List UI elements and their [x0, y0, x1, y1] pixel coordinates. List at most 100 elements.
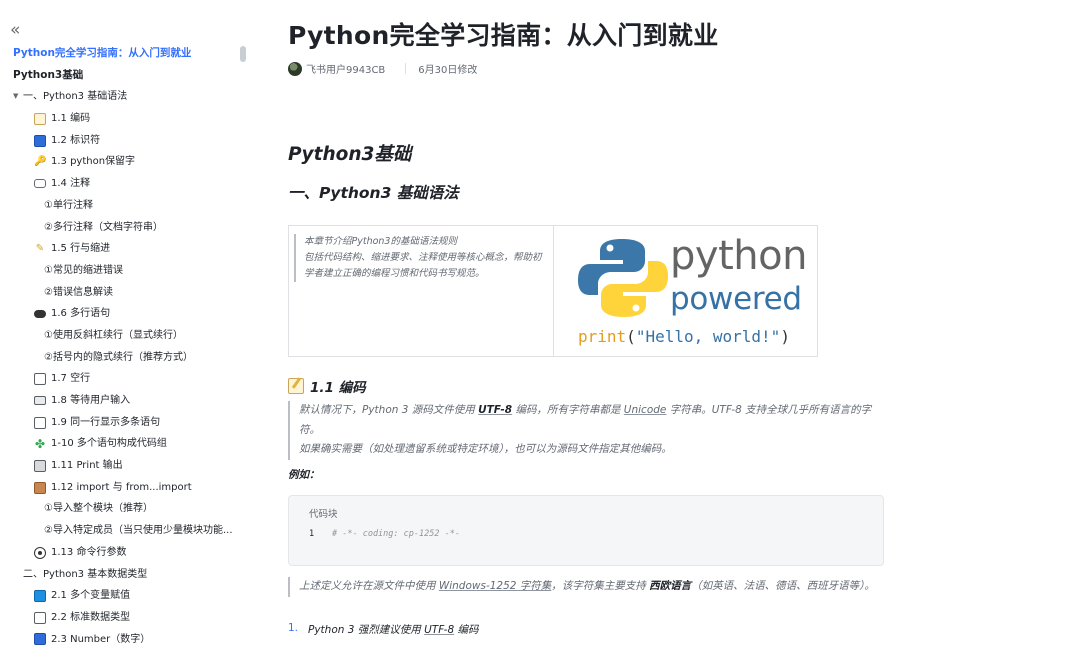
outline-item[interactable]: ②错误信息解读 [0, 282, 238, 304]
quote-charset[interactable]: 上述定义允许在源文件中使用 Windows-1252 字符集，该字符集主要支持 … [288, 577, 882, 597]
package-icon [34, 481, 46, 494]
outline-item[interactable]: 1.8 等待用户输入 [0, 390, 238, 412]
grid-quote-line-1: 本章节介绍Python3的基础语法规则 [304, 236, 457, 247]
author-name[interactable]: 飞书用户9943CB [306, 61, 385, 76]
ordered-list-item[interactable]: 1. Python 3 强烈建议使用 UTF-8 编码 [288, 622, 478, 637]
sidebar-outline: « Python完全学习指南：从入门到就业 Python3基础 ▼ 一、Python3… [0, 0, 250, 649]
bold-term: 西欧语言 [649, 580, 692, 592]
powered-wordmark: powered [670, 281, 802, 317]
outline-item-label: 2.2 标准数据类型 [51, 611, 131, 623]
bar-chart-icon [34, 611, 46, 624]
bold-term: UTF-8 [478, 404, 513, 416]
outline-item-label: 1.4 注释 [51, 178, 91, 190]
modified-time: 6月30日修改 [418, 65, 478, 76]
code-comment: # -*- coding: cp-1252 -*- [332, 529, 460, 539]
outline-item[interactable]: 🔑 1.3 python保留字 [0, 151, 238, 173]
outline-item-label: 二、Python3 基本数据类型 [23, 568, 148, 580]
page-icon [34, 416, 46, 429]
outline-item[interactable]: 1.12 import 与 from...import [0, 477, 238, 499]
printer-icon [34, 459, 46, 472]
outline-item-label: 1.1 编码 [51, 113, 91, 125]
outline-item[interactable]: ②导入特定成员（当只使用少量模块功能... [0, 520, 238, 542]
outline-item[interactable]: 1.13 命令行参数 [0, 542, 238, 564]
outline-item[interactable]: ①使用反斜杠续行（显式续行） [0, 325, 238, 347]
outline-item[interactable]: 1.7 空行 [0, 368, 238, 390]
outline-item[interactable]: ①单行注释 [0, 195, 238, 217]
outline-item[interactable]: 2.1 多个变量赋值 [0, 585, 238, 607]
sidebar-scrollbar[interactable] [240, 46, 246, 62]
outline-item[interactable]: 1.9 同一行显示多条语句 [0, 412, 238, 434]
code-block[interactable]: 代码块 1 # -*- coding: cp-1252 -*- [288, 495, 884, 566]
collapse-sidebar-icon[interactable]: « [10, 22, 20, 39]
print-string: "Hello, world!" [635, 327, 781, 346]
outline-item-label: 1.8 等待用户输入 [51, 395, 131, 406]
document-body: Python完全学习指南：从入门到就业 飞书用户9943CB 6月30日修改 P… [288, 0, 888, 649]
caret-down-icon[interactable]: ▼ [13, 86, 23, 108]
repeat-icon [34, 590, 46, 603]
text-run: 编码 [454, 624, 479, 636]
outline-item[interactable]: Python3基础 [0, 65, 238, 87]
print-open-paren: ( [626, 327, 636, 346]
quote-encoding[interactable]: 默认情况下，Python 3 源码文件使用 UTF-8 编码，所有字符串都是 U… [288, 401, 882, 460]
outline-item[interactable]: ✎ 1.5 行与缩进 [0, 238, 238, 260]
grid-quote: 本章节介绍Python3的基础语法规则 包括代码结构、缩进要求、注释使用等核心概… [294, 234, 547, 282]
document-meta: 飞书用户9943CB 6月30日修改 [288, 61, 477, 76]
outline-item[interactable]: 1.4 注释 [0, 173, 238, 195]
example-label[interactable]: 例如： [288, 467, 320, 482]
speech-bubble-icon [34, 179, 46, 189]
underlined-term: UTF-8 [424, 624, 455, 636]
outline-item-label: ②括号内的隐式续行（推荐方式） [44, 351, 193, 363]
outline-item[interactable]: 2.3 Number（数字） [0, 629, 238, 649]
outline-item-label: Python3基础 [13, 68, 84, 81]
underlined-term: Unicode [623, 404, 667, 416]
outline-item[interactable]: 1.6 多行语句 [0, 303, 238, 325]
quote-line-2: 如果确实需要（如处理遗留系统或特定环境），也可以为源码文件指定其他编码。 [299, 443, 672, 455]
heading-1[interactable]: Python3基础 [288, 140, 411, 166]
outline-item-label: 1.11 Print 输出 [51, 460, 123, 472]
id-icon [34, 134, 46, 147]
outline-item[interactable]: 1.2 标识符 [0, 130, 238, 152]
outline-item[interactable]: 1.1 编码 [0, 108, 238, 130]
avatar[interactable] [288, 61, 302, 76]
outline-item[interactable]: ②多行注释（文档字符串） [0, 217, 238, 239]
outline-item[interactable]: ✤ 1-10 多个语句构成代码组 [0, 433, 238, 455]
text-run: 上述定义允许在源文件中使用 [299, 580, 439, 592]
outline-item-label: 1.7 空行 [51, 373, 91, 385]
outline-item-label: 1.13 命令行参数 [51, 546, 127, 558]
grid-cell-image[interactable]: python powered print("Hello, world!") [554, 226, 817, 356]
outline-item[interactable]: ②括号内的隐式续行（推荐方式） [0, 347, 238, 369]
outline-item[interactable]: 二、Python3 基本数据类型 [0, 564, 238, 586]
hello-world-snippet: print("Hello, world!") [578, 327, 790, 346]
text-run: ，该字符集主要支持 [551, 580, 650, 592]
numbers-icon [34, 633, 46, 646]
document-title[interactable]: Python完全学习指南：从入门到就业 [288, 16, 719, 52]
line-number: 1 [309, 529, 315, 539]
code-line[interactable]: 1 # -*- coding: cp-1252 -*- [309, 529, 460, 539]
outline-list: Python完全学习指南：从入门到就业 Python3基础 ▼ 一、Python3 基… [0, 43, 238, 649]
outline-item[interactable]: 1.11 Print 输出 [0, 455, 238, 477]
code-block-title: 代码块 [309, 509, 338, 520]
outline-item-label: ②错误信息解读 [44, 286, 113, 298]
heading-2[interactable]: 一、Python3 基础语法 [288, 181, 459, 203]
outline-item-label: ①使用反斜杠续行（显式续行） [44, 329, 183, 341]
outline-item-label: ①导入整个模块（推荐） [44, 503, 153, 515]
outline-item-label: ②导入特定成员（当只使用少量模块功能... [44, 525, 233, 537]
key-icon: 🔑 [34, 156, 47, 168]
outline-item[interactable]: ①导入整个模块（推荐） [0, 498, 238, 520]
heading-3[interactable]: 1.1 编码 [288, 376, 366, 396]
grid-cell-text[interactable]: 本章节介绍Python3的基础语法规则 包括代码结构、缩进要求、注释使用等核心概… [289, 226, 554, 356]
outline-item[interactable]: Python完全学习指南：从入门到就业 [0, 43, 238, 65]
outline-item-label: 1.2 标识符 [51, 134, 101, 146]
outline-item-label: 一、Python3 基础语法 [23, 91, 128, 103]
grid-block[interactable]: 本章节介绍Python3的基础语法规则 包括代码结构、缩进要求、注释使用等核心概… [288, 225, 818, 357]
outline-item-label: ②多行注释（文档字符串） [44, 221, 163, 233]
heading-3-label: 1.1 编码 [310, 380, 366, 396]
outline-item[interactable]: ▼ 一、Python3 基础语法 [0, 86, 238, 108]
text-run: （如英语、法语、德语、西班牙语等）。 [691, 580, 875, 592]
outline-item[interactable]: ①常见的缩进错误 [0, 260, 238, 282]
outline-item[interactable]: 2.2 标准数据类型 [0, 607, 238, 629]
memo-icon [288, 378, 304, 394]
pencil-icon: ✎ [35, 243, 45, 255]
keyboard-icon [34, 396, 46, 406]
outline-item-label: Python完全学习指南：从入门到就业 [13, 47, 192, 59]
